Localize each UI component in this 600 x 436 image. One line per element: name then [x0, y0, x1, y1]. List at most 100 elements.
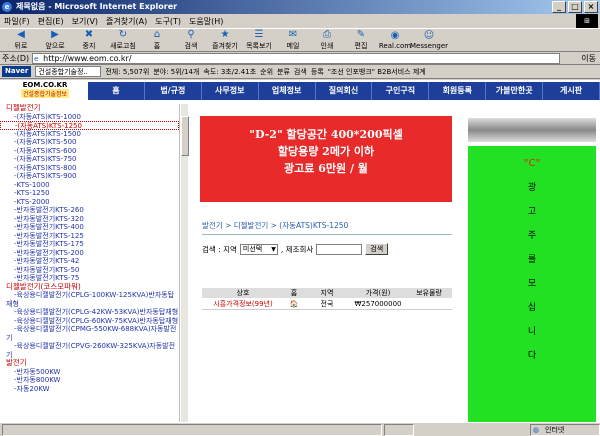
sidebar-item[interactable]: -육상용디젤발전기(CPLG-60KW-75KVA)반자동탑재형 [0, 317, 179, 326]
address-bar: 주소(D) http://www.eom.co.kr/ 이동 [0, 52, 600, 65]
toolbar-label: 즐겨찾기 [212, 42, 238, 50]
toolbar-button-10[interactable]: ✎ 편집 [344, 29, 378, 51]
ad-banner[interactable]: "D-2" 할당공간 400*200픽셀 할당용량 2메가 이하 광고료 6만원… [200, 116, 452, 202]
forward-arrow-icon: ▶ [51, 29, 59, 40]
category-sidebar: 디젤발전기 -(자동ATS)KTS-1000 -(자동ATS)KTS-1250 -(자… [0, 104, 180, 422]
nav-link-promo[interactable]: "조선 인포뱅크" B2B서비스 제계 [328, 67, 426, 77]
toolbar-button-6[interactable]: ★ 즐겨찾기 [208, 29, 242, 51]
toolbar-button-7[interactable]: ☰ 목록보기 [242, 29, 276, 51]
sidebar-item[interactable]: -KTS-1250 [0, 189, 179, 198]
go-button[interactable]: 이동 [581, 53, 600, 64]
sidebar-item[interactable]: -(자동ATS)KTS-1250 [0, 121, 179, 130]
main-nav-item[interactable]: 사무정보 [202, 82, 259, 100]
address-label: 주소(D) [2, 53, 30, 63]
nav-link-category[interactable]: 분류 [277, 67, 290, 77]
toolbar-button-1[interactable]: ▶ 앞으로 [38, 29, 72, 51]
main-nav-item[interactable]: 가볼만한곳 [486, 82, 544, 100]
menu-item[interactable]: 즐겨찾기(A) [106, 16, 147, 27]
nav-link-register[interactable]: 등록 [311, 67, 324, 77]
menu-item[interactable]: 보기(V) [72, 16, 98, 27]
close-button[interactable]: × [584, 1, 598, 13]
region-select[interactable]: 미선택 [239, 243, 278, 255]
sidebar-scrollbar[interactable] [180, 104, 189, 422]
minimize-button[interactable]: _ [552, 1, 566, 13]
breadcrumb[interactable]: 발전기 > 디젤발전기 > (자동ATS)KTS-1250 [202, 220, 348, 231]
main-nav-item[interactable]: 질의회신 [316, 82, 373, 100]
company-label: , 제조회사 [280, 244, 314, 254]
sidebar-item[interactable]: -반자동발전기KTS-50 [0, 266, 179, 275]
search-button[interactable]: 검색 [365, 243, 389, 255]
main-nav-item[interactable]: 홈 [88, 82, 145, 100]
sidebar-item[interactable]: -반자동발전기KTS-42 [0, 257, 179, 266]
menu-item[interactable]: 도움말(H) [189, 16, 223, 27]
sidebar-item[interactable]: -KTS-2000 [0, 198, 179, 207]
search-form: 검색 : 지역 미선택 , 제조회사 검색 [202, 243, 389, 255]
sidebar-item[interactable]: -반자동발전기KTS-320 [0, 215, 179, 224]
toolbar-button-3[interactable]: ↻ 새로고침 [106, 29, 140, 51]
address-input[interactable]: http://www.eom.co.kr/ [32, 52, 561, 64]
sidebar-item[interactable]: -(자동ATS)KTS-600 [0, 147, 179, 156]
sidebar-item[interactable]: -(자동ATS)KTS-500 [0, 138, 179, 147]
sidebar-item[interactable]: -육상용디젤발전기(CPLG-100KW-125KVA)반자동탑재형 [0, 291, 179, 308]
toolbar-button-11[interactable]: ◉ Real.com [378, 30, 412, 50]
sidebar-category[interactable]: 디젤발전기(코스모파워) [0, 282, 179, 292]
stock-cell [406, 298, 452, 309]
menu-item[interactable]: 편집(E) [38, 16, 64, 27]
sidebar-item[interactable]: -(자동ATS)KTS-1000 [0, 113, 179, 122]
vertical-ad[interactable]: "C" 광고주를모십니다 [468, 146, 596, 422]
main-nav-item[interactable]: 게시판 [543, 82, 600, 100]
main-nav-item[interactable]: 회원등록 [429, 82, 487, 100]
toolbar-label: 검색 [184, 42, 198, 50]
sidebar-item[interactable]: -(자동ATS)KTS-800 [0, 164, 179, 173]
home-icon[interactable]: 🏠 [284, 298, 304, 309]
naver-logo[interactable]: Naver [2, 66, 32, 77]
sidebar-item[interactable]: -반자동발전기KTS-260 [0, 206, 179, 215]
sidebar-item[interactable]: -반자동발전기KTS-200 [0, 249, 179, 258]
sidebar-item[interactable]: -(자동ATS)KTS-900 [0, 172, 179, 181]
ad-character: 고 [527, 207, 537, 217]
ad-character: 십 [527, 303, 537, 313]
windows-logo-icon: ⊞ [576, 14, 598, 28]
sidebar-item[interactable]: -반자동발전기KTS-125 [0, 232, 179, 241]
sidebar-item[interactable]: -육상용디젤발전기(CPLG-42KW-53KVA)반자동탑재형 [0, 308, 179, 317]
sidebar-item[interactable]: -자동20KW [0, 385, 179, 394]
menu-item[interactable]: 도구(T) [155, 16, 181, 27]
sidebar-item[interactable]: -반자동500KW [0, 368, 179, 377]
status-text [2, 423, 382, 436]
toolbar-button-4[interactable]: ⌂ 홈 [140, 29, 174, 51]
ad-character: 모 [527, 279, 537, 289]
messenger-icon: ☺ [423, 30, 435, 41]
naver-toolbar: Naver 건설종합기술정.. 전체: 5,507위 분야: 5위/14개 속도… [0, 65, 600, 79]
toolbar-button-8[interactable]: ✉ 메일 [276, 29, 310, 51]
vendor-link[interactable]: 시흥가격정보(99년) [202, 298, 284, 309]
sidebar-item[interactable]: -반자동800KW [0, 376, 179, 385]
sidebar-item[interactable]: -KTS-1000 [0, 181, 179, 190]
sidebar-item[interactable]: -(자동ATS)KTS-1500 [0, 130, 179, 139]
sidebar-item[interactable]: -육상용디젤발전기(CPMG-550KW-688KVA)자동발전기 [0, 325, 179, 342]
site-logo[interactable]: EOM.CO.KR 건설종합기술정보 [8, 81, 82, 101]
sidebar-item[interactable]: -반자동발전기KTS-175 [0, 240, 179, 249]
sidebar-item[interactable]: -육상용디젤발전기(CPVG-260KW-325KVA)자동발전기 [0, 342, 179, 359]
company-input[interactable] [316, 243, 363, 255]
main-nav-item[interactable]: 업체정보 [259, 82, 316, 100]
toolbar-button-0[interactable]: ◀ 뒤로 [4, 29, 38, 51]
speed-readout: 속도: 3초/2.41초 [203, 67, 257, 76]
menu-item[interactable]: 파일(F) [4, 16, 30, 27]
main-nav-item[interactable]: 구인구직 [372, 82, 430, 100]
sidebar-item[interactable]: -(자동ATS)KTS-750 [0, 155, 179, 164]
toolbar-button-5[interactable]: ⚲ 검색 [174, 29, 208, 51]
sidebar-category[interactable]: 발전기 [0, 358, 179, 368]
maximize-button[interactable]: □ [568, 1, 582, 13]
toolbar-label: 메일 [286, 42, 300, 50]
scroll-thumb[interactable] [181, 116, 189, 156]
nav-link-search[interactable]: 검색 [294, 67, 307, 77]
nav-link-rank[interactable]: 순위 [260, 67, 273, 77]
toolbar-button-9[interactable]: ⎙ 인쇄 [310, 29, 344, 51]
toolbar-button-12[interactable]: ☺ Messenger [410, 30, 448, 50]
sidebar-item[interactable]: -반자동발전기KTS-400 [0, 223, 179, 232]
site-dropdown[interactable]: 건설종합기술정.. [35, 66, 102, 77]
main-nav-item[interactable]: 법/규정 [145, 82, 202, 100]
toolbar-button-2[interactable]: ✖ 중지 [72, 29, 106, 51]
back-arrow-icon: ◀ [17, 29, 25, 40]
sidebar-category[interactable]: 디젤발전기 [0, 104, 179, 113]
